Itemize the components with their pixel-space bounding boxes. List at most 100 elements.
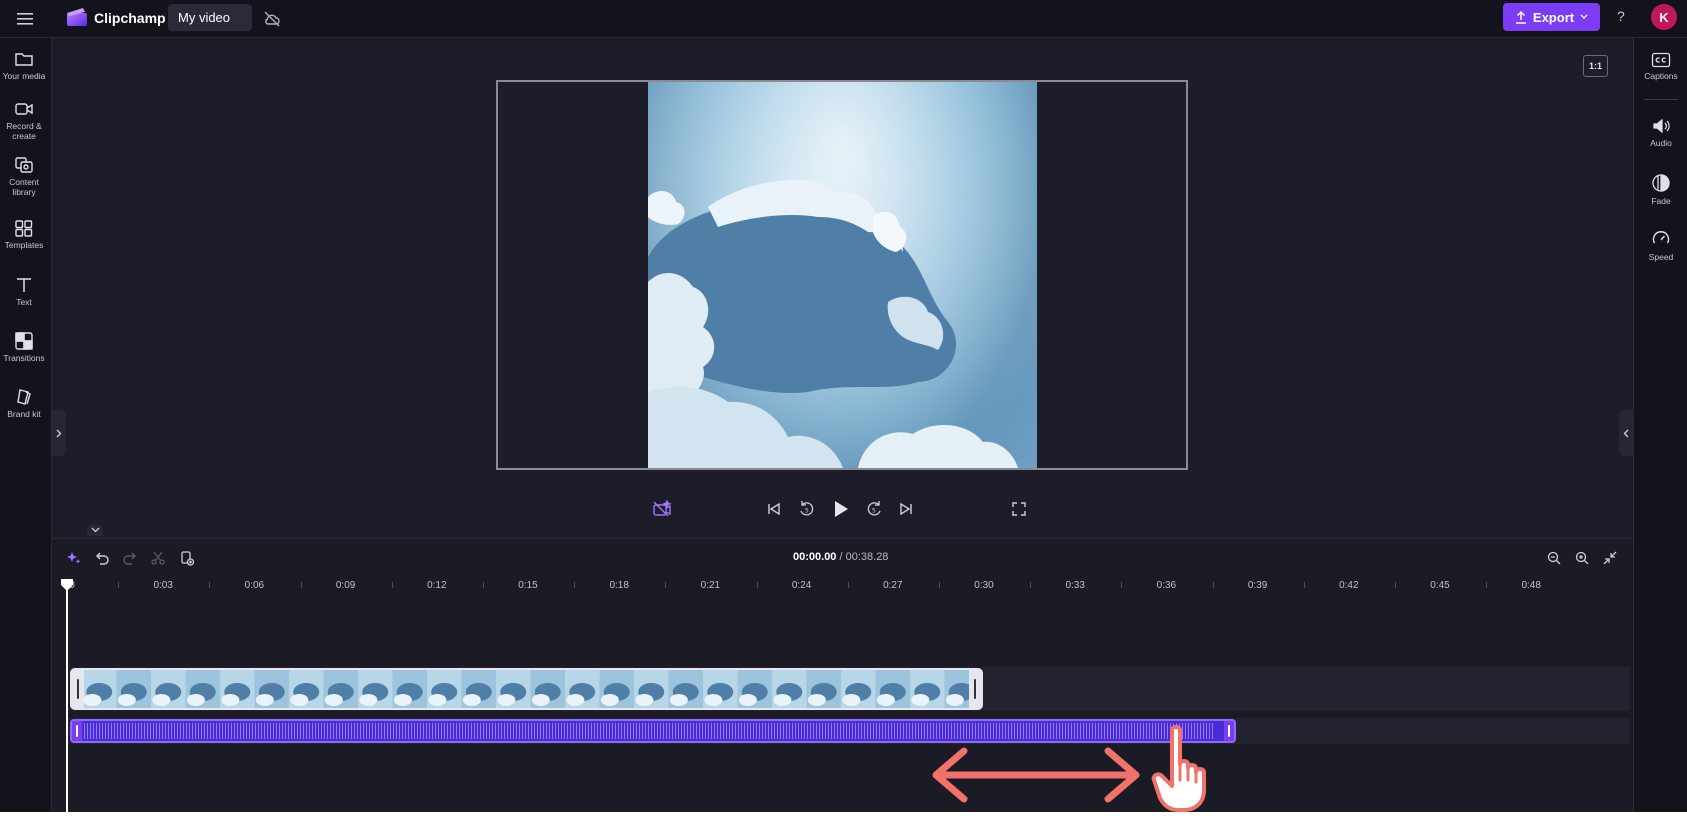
- add-media-button[interactable]: [177, 548, 197, 568]
- current-time: 00:00.00: [793, 551, 837, 563]
- audio-clip[interactable]: [70, 719, 1236, 743]
- clip-thumbnail-cloud: [393, 694, 412, 706]
- copy-add-icon: [181, 551, 195, 566]
- sidebar-item-record-create[interactable]: Record & create: [0, 100, 48, 141]
- sidebar-item-text[interactable]: Text: [0, 276, 48, 307]
- sidebar-label-2: library: [12, 187, 36, 197]
- skip-back-icon: [768, 502, 780, 516]
- ai-tools-button[interactable]: [64, 548, 84, 568]
- clip-thumbnail-cloud: [876, 694, 895, 706]
- ruler-tick-mark: [1395, 582, 1396, 588]
- clipchamp-editor: Clipchamp My video Export ? K Your media…: [0, 0, 1687, 812]
- sidebar-item-brand-kit[interactable]: Brand kit: [0, 388, 48, 419]
- sidebar-item-content-library[interactable]: Content library: [0, 156, 48, 197]
- sidebar-label: Templates: [4, 240, 44, 250]
- redo-button[interactable]: [120, 548, 140, 568]
- speaker-icon: [1653, 118, 1670, 134]
- sidebar-label: Captions: [1644, 71, 1678, 81]
- clip-trim-handle-right[interactable]: [969, 670, 981, 708]
- timeline-ruler[interactable]: 00:030:060:090:120:150:180:210:240:270:3…: [66, 578, 1630, 596]
- ruler-tick-label: 0:12: [427, 580, 447, 591]
- speed-icon: [1652, 231, 1670, 244]
- sidebar-item-transitions[interactable]: Transitions: [0, 332, 48, 363]
- clip-thumbnails: [82, 670, 981, 708]
- brand-kit-icon: [17, 389, 31, 405]
- sidebar-item-captions[interactable]: Captions: [1634, 52, 1687, 81]
- pointing-hand-icon: [1151, 725, 1206, 812]
- camera-sparkle-icon: [653, 500, 672, 517]
- folder-icon: [15, 53, 33, 66]
- video-preview-frame[interactable]: [648, 82, 1037, 468]
- ruler-tick-label: 0:06: [244, 580, 265, 591]
- preview-canvas: [496, 80, 1188, 470]
- cloud-off-icon[interactable]: [262, 9, 282, 29]
- ruler-tick-mark: [756, 582, 758, 588]
- undo-button[interactable]: [92, 548, 112, 568]
- play-button[interactable]: [830, 498, 852, 520]
- fit-timeline-button[interactable]: [1600, 548, 1620, 568]
- rewind-5s-button[interactable]: 5: [796, 498, 818, 520]
- chevron-left-icon: [1623, 429, 1629, 437]
- clip-thumbnail-cloud: [152, 694, 171, 706]
- ruler-tick-label: 0:39: [1247, 580, 1268, 591]
- clip-thumbnail-cloud: [428, 694, 447, 706]
- clip-trim-handle-left[interactable]: [72, 670, 84, 708]
- top-bar: Clipchamp My video Export ? K: [0, 0, 1687, 38]
- ruler-tick-mark: [1030, 582, 1032, 588]
- expand-right-panel-button[interactable]: [1619, 410, 1633, 456]
- redo-icon: [123, 552, 136, 565]
- clip-thumbnail-cloud: [462, 694, 481, 706]
- export-button[interactable]: Export: [1503, 3, 1600, 31]
- clip-thumbnail-cloud: [497, 694, 516, 706]
- audio-trim-handle-right[interactable]: [1224, 721, 1234, 741]
- sidebar-label: Content: [9, 177, 39, 187]
- video-clip[interactable]: [70, 668, 983, 710]
- sidebar-item-templates[interactable]: Templates: [0, 219, 48, 250]
- magic-edit-button[interactable]: [651, 498, 673, 520]
- playhead[interactable]: [66, 585, 68, 812]
- avatar[interactable]: K: [1651, 4, 1677, 30]
- camera-icon: [15, 103, 33, 115]
- help-button[interactable]: ?: [1617, 8, 1625, 24]
- sidebar-item-audio[interactable]: Audio: [1634, 117, 1687, 148]
- sidebar-item-fade[interactable]: Fade: [1634, 173, 1687, 206]
- ruler-tick-label: 0:21: [700, 580, 721, 591]
- chevron-down-icon: [91, 527, 99, 533]
- skip-to-start-button[interactable]: [763, 498, 785, 520]
- expand-left-panel-button[interactable]: [52, 410, 66, 456]
- ruler-tick-label: 0:18: [609, 580, 629, 591]
- play-icon: [835, 501, 848, 517]
- aspect-ratio-button[interactable]: 1:1: [1583, 55, 1608, 77]
- zoom-out-icon: [1547, 551, 1561, 565]
- menu-icon[interactable]: [14, 8, 36, 30]
- project-title-input[interactable]: My video: [168, 4, 252, 31]
- skip-to-end-button[interactable]: [895, 498, 917, 520]
- fullscreen-button[interactable]: [1008, 498, 1030, 520]
- brand-name: Clipchamp: [94, 10, 166, 26]
- sidebar-item-speed[interactable]: Speed: [1634, 229, 1687, 262]
- audio-trim-handle-left[interactable]: [72, 721, 82, 741]
- split-button[interactable]: [148, 548, 168, 568]
- transitions-icon: [15, 332, 33, 350]
- clip-thumbnail-cloud: [324, 694, 343, 706]
- ruler-tick-label: 0:27: [883, 580, 903, 591]
- ruler-tick-label: 0:30: [974, 580, 994, 591]
- playhead-handle-icon[interactable]: [60, 578, 74, 592]
- ruler-tick-mark: [574, 582, 576, 588]
- svg-text:5: 5: [805, 508, 809, 515]
- zoom-in-button[interactable]: [1572, 548, 1592, 568]
- export-label: Export: [1532, 9, 1575, 25]
- clip-thumbnail-cloud: [911, 694, 930, 706]
- fullscreen-icon: [1012, 502, 1026, 516]
- sidebar-label: Record &: [6, 121, 42, 131]
- zoom-out-button[interactable]: [1544, 548, 1564, 568]
- clip-thumbnail-cloud: [704, 694, 723, 706]
- fade-icon: [1652, 174, 1670, 192]
- clip-thumbnail-cloud: [635, 694, 654, 706]
- forward-5s-button[interactable]: 5: [863, 498, 885, 520]
- collapse-timeline-button[interactable]: [87, 524, 103, 536]
- ruler-tick-mark: [1121, 582, 1123, 588]
- sidebar-item-your-media[interactable]: Your media: [0, 50, 48, 81]
- ruler-tick-label: 0:15: [518, 580, 538, 591]
- total-time: 00:38.28: [845, 551, 889, 563]
